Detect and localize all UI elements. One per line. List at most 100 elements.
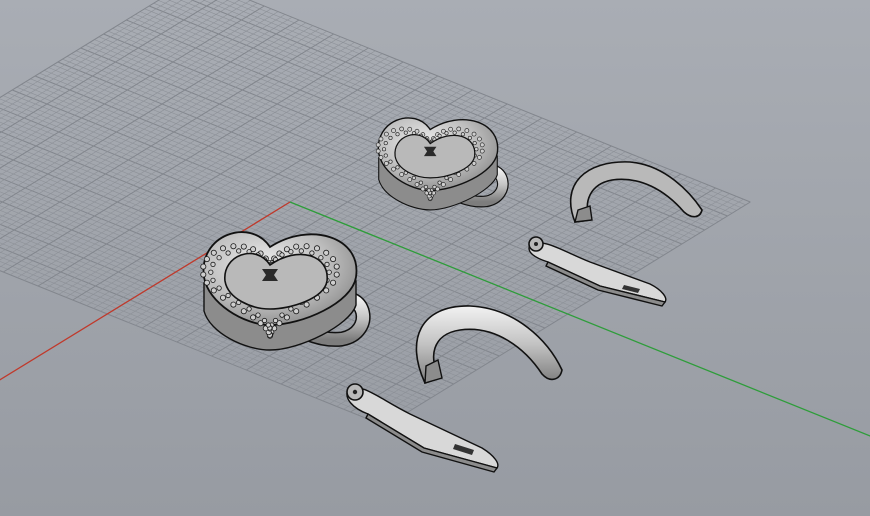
bead [323,249,330,256]
bead [407,126,413,132]
bead [395,132,400,137]
bead [298,248,304,254]
bead [383,153,388,158]
bead [391,166,396,172]
bead [220,245,227,252]
bead [293,308,300,315]
bead [437,133,442,138]
perspective-viewport[interactable] [0,0,870,516]
grid-line [0,30,327,233]
bead [240,308,247,315]
bead [265,322,271,328]
bead [225,292,231,299]
grid-line [0,39,348,254]
bead [230,243,237,250]
grid-line [0,33,334,240]
bead [255,312,261,318]
bead [283,314,290,321]
hinge-tongue-plate-front[interactable] [346,383,499,473]
bead [200,263,207,270]
viewport-canvas[interactable] [0,0,870,516]
bead [200,271,207,278]
bead [261,317,268,324]
bead [391,128,396,133]
grid-line [0,11,279,183]
heart-padlock-large[interactable] [200,231,371,351]
hinge-pin-icon [352,389,358,395]
bead [426,188,431,193]
bead [395,165,400,170]
bead [472,141,477,146]
bead [479,142,485,148]
bead [250,314,257,321]
bead [203,279,210,286]
bead [210,277,216,283]
curved-shackle-front[interactable] [415,305,563,384]
grid-line [0,42,355,261]
bead [456,172,462,177]
hinge-pin-icon [534,242,538,246]
bead [448,126,453,132]
bead [423,184,428,189]
bead [330,256,337,263]
bead [444,131,449,136]
bead [388,159,393,164]
bead [303,243,310,250]
bead [403,130,408,135]
heart-padlock-small[interactable] [375,117,509,211]
bead [384,131,389,137]
bead [477,155,482,160]
bead [383,141,388,146]
bead [240,243,247,250]
bead [272,317,279,324]
bead [279,252,285,258]
bead [375,148,381,154]
bead [432,184,437,189]
bead [407,177,413,182]
bead [464,128,470,133]
bead [216,285,222,291]
bead [477,136,482,142]
bead [210,261,216,268]
bead [333,271,340,278]
bead [437,180,442,185]
bead [375,142,381,148]
bead [388,135,393,140]
bead [220,294,227,301]
bead [203,256,210,263]
grid-line [0,5,265,169]
bead [448,177,453,182]
bead [288,249,294,255]
bead [381,147,387,152]
bead [471,131,477,137]
bead [378,136,384,142]
bead [414,182,420,187]
bead [293,243,300,250]
curved-shackle-back[interactable] [569,161,703,223]
bead [467,135,472,140]
bead [318,255,324,261]
bead [460,132,465,137]
bead [303,301,310,308]
bead [210,287,217,294]
bead [411,175,416,180]
bead [236,248,242,254]
bead [314,245,321,252]
bead [399,172,404,177]
bead [378,155,384,160]
bead [216,255,222,261]
bead [279,312,285,318]
bead [324,261,330,268]
bead [246,306,252,312]
bead [330,279,337,286]
bead [230,301,237,308]
bead [418,180,423,185]
bead [479,148,485,154]
bead [441,182,446,187]
bead [309,250,315,256]
bead [208,269,214,275]
bead [384,161,389,166]
bead [225,250,231,256]
bead [456,126,462,132]
bead [452,130,457,135]
